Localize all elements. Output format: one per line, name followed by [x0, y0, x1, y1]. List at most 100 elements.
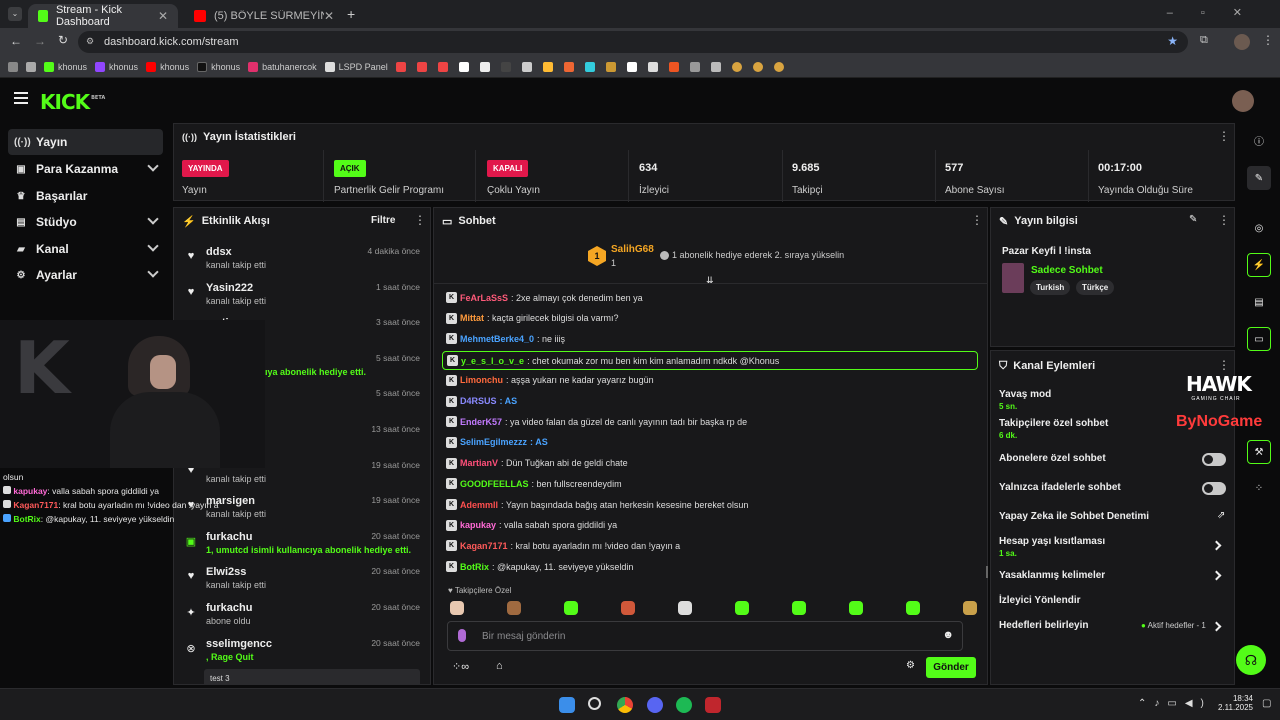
reload-icon[interactable]: ↻ [58, 33, 68, 47]
back-icon[interactable]: ← [10, 34, 22, 48]
lightning-icon[interactable]: ⚡ [1247, 253, 1271, 277]
chat-message[interactable]: K EnderK57: ya video falan da güzel de ca… [446, 416, 747, 428]
emote-icon[interactable] [735, 601, 749, 615]
emote-icon[interactable] [849, 601, 863, 615]
activity-user[interactable]: furkachu [206, 531, 252, 543]
more-options-icon[interactable]: ⋮ [1218, 130, 1230, 144]
profile-avatar[interactable] [1234, 34, 1250, 50]
bookmark-instagram[interactable]: batuhanercok [248, 61, 317, 72]
emote-icon[interactable] [963, 601, 977, 615]
more-options-icon[interactable]: ⋮ [1218, 214, 1230, 228]
more-options-icon[interactable]: ⋮ [971, 214, 983, 228]
chat-message[interactable]: Ky_e_s_l_o_v_e: chet okumak zor mu ben k… [442, 351, 978, 371]
chat-message[interactable]: Kkapukay: valla sabah spora giddildi ya [446, 519, 617, 531]
browser-menu-icon[interactable]: ⋮ [1262, 33, 1274, 47]
activity-user[interactable]: sselimgencc [206, 638, 272, 650]
chat-scrollbar[interactable] [986, 566, 988, 578]
chat-username[interactable]: Kagan7171 [460, 541, 508, 551]
emote-icon[interactable] [906, 601, 920, 615]
chat-message[interactable]: K D4RSUS: AS [446, 395, 517, 407]
connections-icon[interactable]: ⁘ [1247, 476, 1271, 500]
chrome-icon[interactable] [617, 697, 633, 713]
emote-icon[interactable] [678, 601, 692, 615]
tools-icon[interactable]: ⁘∞ [452, 660, 469, 673]
notification-icon[interactable]: ▢ [1262, 698, 1271, 709]
camera-icon[interactable]: ◎ [1247, 216, 1271, 240]
emote-icon[interactable] [621, 601, 635, 615]
chat-username[interactable]: MartianV [460, 458, 498, 468]
sidebar-item-para-kazanma[interactable]: ▣ Para Kazanma [8, 156, 163, 182]
bookmark-lspd[interactable]: LSPD Panel [324, 61, 388, 72]
tag-pill[interactable]: Turkish [1030, 280, 1071, 295]
emote-icon[interactable] [450, 601, 464, 615]
bookmark-star-icon[interactable]: ★ [1167, 34, 1178, 48]
activity-user[interactable]: Yasin222 [206, 282, 253, 294]
browser-tab-kick[interactable]: Stream - Kick Dashboard ✕ [28, 4, 178, 28]
chat-username[interactable]: Limonchu [460, 375, 503, 385]
site-info-icon[interactable]: ⚙ [86, 36, 94, 47]
action-ai-moderation[interactable]: Yapay Zeka ile Sohbet Denetimi [999, 511, 1229, 522]
microphone-icon[interactable] [458, 629, 466, 642]
filter-button[interactable]: Filtre [371, 215, 395, 226]
action-subscribers-only[interactable]: Abonelere özel sohbet [999, 453, 1229, 464]
chat-username[interactable]: BotRix [460, 562, 489, 572]
close-icon[interactable]: ✕ [158, 9, 168, 23]
bookmark-icons[interactable] [395, 61, 784, 72]
activity-user[interactable]: Elwi2ss [206, 566, 246, 578]
system-tray-icons[interactable]: ⌃♪▭◀) [1138, 698, 1212, 709]
chat-icon[interactable]: ▭ [1247, 327, 1271, 351]
url-field[interactable]: ⚙ dashboard.kick.com/stream ★ [78, 31, 1188, 53]
extensions-icon[interactable]: ⧉ [1200, 34, 1208, 47]
forward-icon[interactable]: → [34, 34, 46, 48]
store-icon[interactable]: ⌂ [496, 660, 503, 672]
chat-username[interactable]: GOODFEELLAS [460, 479, 529, 489]
notes-icon[interactable]: ▤ [1247, 290, 1271, 314]
chat-username[interactable]: Mittat [460, 313, 484, 323]
collapse-pinned-icon[interactable]: ⇊ [706, 275, 714, 286]
emote-icon[interactable] [507, 601, 521, 615]
chat-message[interactable]: K MartianV: Dün Tuğkan abi de geldi chate [446, 457, 628, 469]
chat-username[interactable]: MehmetBerke4_0 [460, 334, 534, 344]
chat-username[interactable]: Ademmll [460, 500, 498, 510]
pinned-user[interactable]: SalihG68 [611, 244, 654, 255]
send-button[interactable]: Gönder [926, 657, 976, 678]
action-emote-only[interactable]: Yalnızca ifadelerle sohbet [999, 482, 1229, 493]
activity-user[interactable]: ddsx [206, 246, 232, 258]
search-icon[interactable] [588, 697, 601, 710]
emote-icon[interactable] [792, 601, 806, 615]
chat-message[interactable]: K SelimEgilmezzz: AS [446, 436, 548, 448]
chat-input[interactable]: Bir mesaj gönderin ☻ [447, 621, 963, 651]
sidebar-item-ayarlar[interactable]: ⚙ Ayarlar [8, 262, 163, 288]
chat-message[interactable]: K FeArLaSsS: 2xe almayı çok denedim ben y… [446, 292, 643, 303]
edit-layout-icon[interactable]: ✎ [1247, 166, 1271, 190]
more-options-icon[interactable]: ⋮ [1218, 359, 1230, 373]
wrench-icon[interactable]: ⚒ [1247, 440, 1271, 464]
edit-icon[interactable]: ✎ [1189, 214, 1197, 225]
support-headset-icon[interactable]: ☊ [1236, 645, 1266, 675]
chat-message[interactable]: K Ademmll: Yayın başındada bağış atan her… [446, 499, 748, 510]
kick-logo[interactable]: KICK BETA [40, 90, 105, 114]
windows-start-icon[interactable] [559, 697, 575, 713]
category-name[interactable]: Sadece Sohbet [1031, 265, 1103, 276]
taskbar-clock[interactable]: 18:34 2.11.2025 [1218, 694, 1253, 712]
chat-username[interactable]: kapukay [460, 520, 496, 530]
close-icon[interactable]: ✕ [324, 9, 334, 23]
user-avatar[interactable] [1232, 90, 1254, 112]
chat-message[interactable]: K BotRix: @kapukay, 11. seviyeye yükseldi… [446, 561, 633, 573]
new-tab-icon[interactable]: + [347, 6, 355, 22]
chat-username[interactable]: EnderK57 [460, 417, 502, 427]
emote-only-toggle[interactable] [1202, 482, 1226, 495]
emoji-icon[interactable]: ☻ [942, 629, 954, 641]
chat-message[interactable]: K Kagan7171: kral botu ayarladın mı !vide… [446, 540, 680, 552]
folder-icon[interactable] [26, 61, 36, 72]
info-icon[interactable]: ⓘ [1247, 128, 1271, 152]
sidebar-item-basarilar[interactable]: ♛ Başarılar [8, 183, 163, 209]
bookmark-twitch[interactable]: khonus [95, 61, 138, 72]
action-account-age[interactable]: Hesap yaşı kısıtlaması 1 sa. [999, 536, 1229, 558]
browser-tab-youtube[interactable]: (5) BÖYLE SÜRMEYİN | 5Srider... ✕ [184, 4, 344, 28]
action-banned-words[interactable]: Yasaklanmış kelimeler [999, 570, 1229, 581]
chat-message[interactable]: K Mittat: kaçta girilecek bilgisi ola var… [446, 312, 619, 324]
more-options-icon[interactable]: ⋮ [414, 214, 426, 228]
sidebar-item-kanal[interactable]: ▰ Kanal [8, 236, 163, 262]
external-link-icon[interactable]: ⇗ [1217, 510, 1225, 521]
